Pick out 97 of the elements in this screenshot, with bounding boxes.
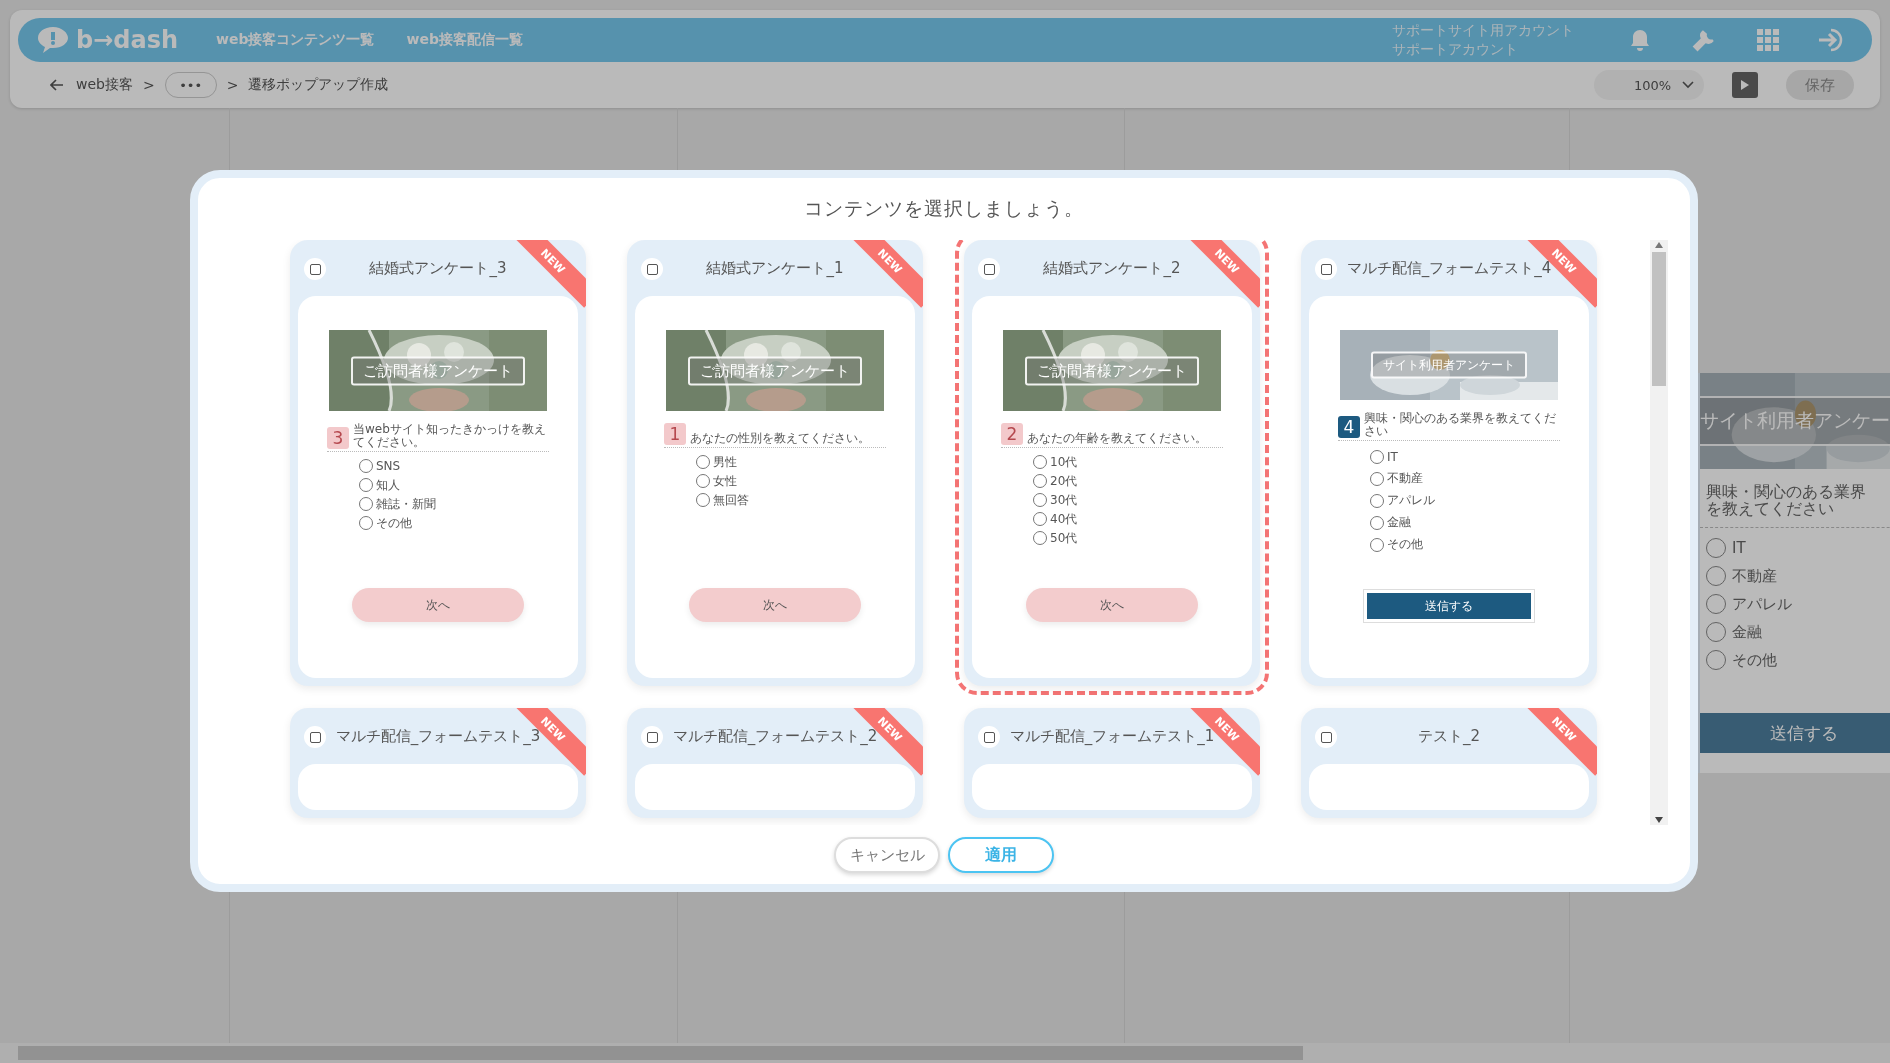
radio-button[interactable] xyxy=(696,493,710,507)
radio-button[interactable] xyxy=(359,497,373,511)
option-label: IT xyxy=(1387,449,1398,464)
question-text: 興味・関心のある業界を教えてください xyxy=(1700,469,1890,528)
option-label: 不動産 xyxy=(1387,470,1423,487)
card-title: マルチ配信_フォームテスト_4 xyxy=(1346,258,1552,278)
banner-title: ご訪問者様アンケート xyxy=(688,356,862,385)
radio-button[interactable] xyxy=(1370,537,1384,552)
radio-button[interactable] xyxy=(1370,471,1384,486)
radio-button[interactable] xyxy=(359,478,373,492)
radio-button[interactable] xyxy=(1033,493,1047,507)
radio-button[interactable] xyxy=(1706,622,1726,642)
option-label: SNS xyxy=(376,459,401,473)
breadcrumb-item: 遷移ポップアップ作成 xyxy=(248,76,389,94)
option-label: 不動産 xyxy=(1732,566,1777,586)
option-label: 20代 xyxy=(1050,472,1078,490)
option-label: アパレル xyxy=(1732,594,1792,614)
option-label: 10代 xyxy=(1050,453,1078,471)
radio-button[interactable] xyxy=(359,459,373,473)
option-label: その他 xyxy=(376,514,412,532)
breadcrumb-item: > xyxy=(142,77,155,93)
card-title: マルチ配信_フォームテスト_2 xyxy=(672,726,878,746)
option-label: 40代 xyxy=(1050,510,1078,528)
logo-text: b→dash xyxy=(76,26,179,54)
question-text: あなたの年齢を教えてください。 xyxy=(1027,432,1207,445)
option-label: 男性 xyxy=(713,453,737,471)
more-button[interactable]: ••• xyxy=(164,72,217,98)
cancel-button[interactable]: キャンセル xyxy=(834,837,940,873)
next-button[interactable]: 次へ xyxy=(352,588,524,622)
question-number: 2 xyxy=(1001,423,1023,445)
next-button[interactable]: 次へ xyxy=(689,588,861,622)
radio-button[interactable] xyxy=(359,516,373,530)
radio-button[interactable] xyxy=(1706,538,1726,558)
select-checkbox[interactable] xyxy=(983,731,995,743)
option-label: 雑誌・新聞 xyxy=(376,495,436,513)
question-number: 4 xyxy=(1338,416,1360,438)
radio-button[interactable] xyxy=(1370,449,1384,464)
card-title: テスト_2 xyxy=(1417,726,1480,746)
select-checkbox[interactable] xyxy=(1320,263,1332,275)
scroll-down-icon[interactable] xyxy=(1655,817,1663,823)
option-label: その他 xyxy=(1387,536,1423,553)
option-label: 女性 xyxy=(713,472,737,490)
radio-button[interactable] xyxy=(1706,566,1726,586)
play-button[interactable] xyxy=(1732,72,1758,98)
breadcrumb-item: > xyxy=(226,77,239,93)
question-number: 3 xyxy=(327,427,349,449)
question-text: あなたの性別を教えてください。 xyxy=(690,432,870,445)
question-number: 1 xyxy=(664,423,686,445)
radio-button[interactable] xyxy=(1033,512,1047,526)
breadcrumb-item[interactable]: web接客 xyxy=(76,76,133,94)
scroll-up-icon[interactable] xyxy=(1655,242,1663,248)
radio-button[interactable] xyxy=(1370,493,1384,508)
option-label: 無回答 xyxy=(713,491,749,509)
radio-button[interactable] xyxy=(696,455,710,469)
submit-button[interactable]: 送信する xyxy=(1700,713,1890,753)
option-label: 金融 xyxy=(1732,622,1762,642)
speech-bubble-icon xyxy=(36,25,70,55)
play-icon xyxy=(1740,79,1750,91)
option-label: その他 xyxy=(1732,650,1777,670)
option-label: アパレル xyxy=(1387,492,1435,509)
radio-button[interactable] xyxy=(1033,531,1047,545)
select-checkbox[interactable] xyxy=(309,263,321,275)
card-title: マルチ配信_フォームテスト_1 xyxy=(1009,726,1215,746)
question-text: 当webサイト知ったきかっけを教えてください。 xyxy=(353,423,547,449)
zoom-select[interactable]: 100% xyxy=(1594,70,1704,100)
question-text: 興味・関心のある業界を教えてください xyxy=(1364,412,1557,438)
next-button[interactable]: 次へ xyxy=(1026,588,1198,622)
select-checkbox[interactable] xyxy=(309,731,321,743)
vertical-scrollbar[interactable] xyxy=(1650,240,1668,825)
scrollbar-thumb[interactable] xyxy=(1652,252,1666,386)
submit-button[interactable]: 送信する xyxy=(1364,590,1534,622)
card-title: 結婚式アンケート_3 xyxy=(369,258,507,278)
option-label: 知人 xyxy=(376,476,400,494)
radio-button[interactable] xyxy=(1706,650,1726,670)
select-checkbox[interactable] xyxy=(646,731,658,743)
radio-button[interactable] xyxy=(1706,594,1726,614)
account-name: サポートサイト用アカウント xyxy=(1392,21,1574,40)
select-checkbox[interactable] xyxy=(983,263,995,275)
radio-button[interactable] xyxy=(696,474,710,488)
banner-title: ご訪問者様アンケート xyxy=(1025,356,1199,385)
card-title: マルチ配信_フォームテスト_3 xyxy=(335,726,541,746)
option-label: 50代 xyxy=(1050,529,1078,547)
horizontal-scrollbar[interactable] xyxy=(0,1043,1890,1063)
dialog-title: コンテンツを選択しましょう。 xyxy=(804,196,1084,221)
card-title: 結婚式アンケート_1 xyxy=(706,258,844,278)
chevron-down-icon xyxy=(1682,81,1694,89)
option-label: 30代 xyxy=(1050,491,1078,509)
banner-title: ご訪問者様アンケート xyxy=(351,356,525,385)
select-checkbox[interactable] xyxy=(1320,731,1332,743)
radio-button[interactable] xyxy=(1033,455,1047,469)
card-title: 結婚式アンケート_2 xyxy=(1043,258,1181,278)
select-checkbox[interactable] xyxy=(646,263,658,275)
radio-button[interactable] xyxy=(1370,515,1384,530)
option-label: 金融 xyxy=(1387,514,1411,531)
radio-button[interactable] xyxy=(1033,474,1047,488)
account-name: サポートアカウント xyxy=(1392,40,1519,59)
option-label: IT xyxy=(1732,539,1746,557)
